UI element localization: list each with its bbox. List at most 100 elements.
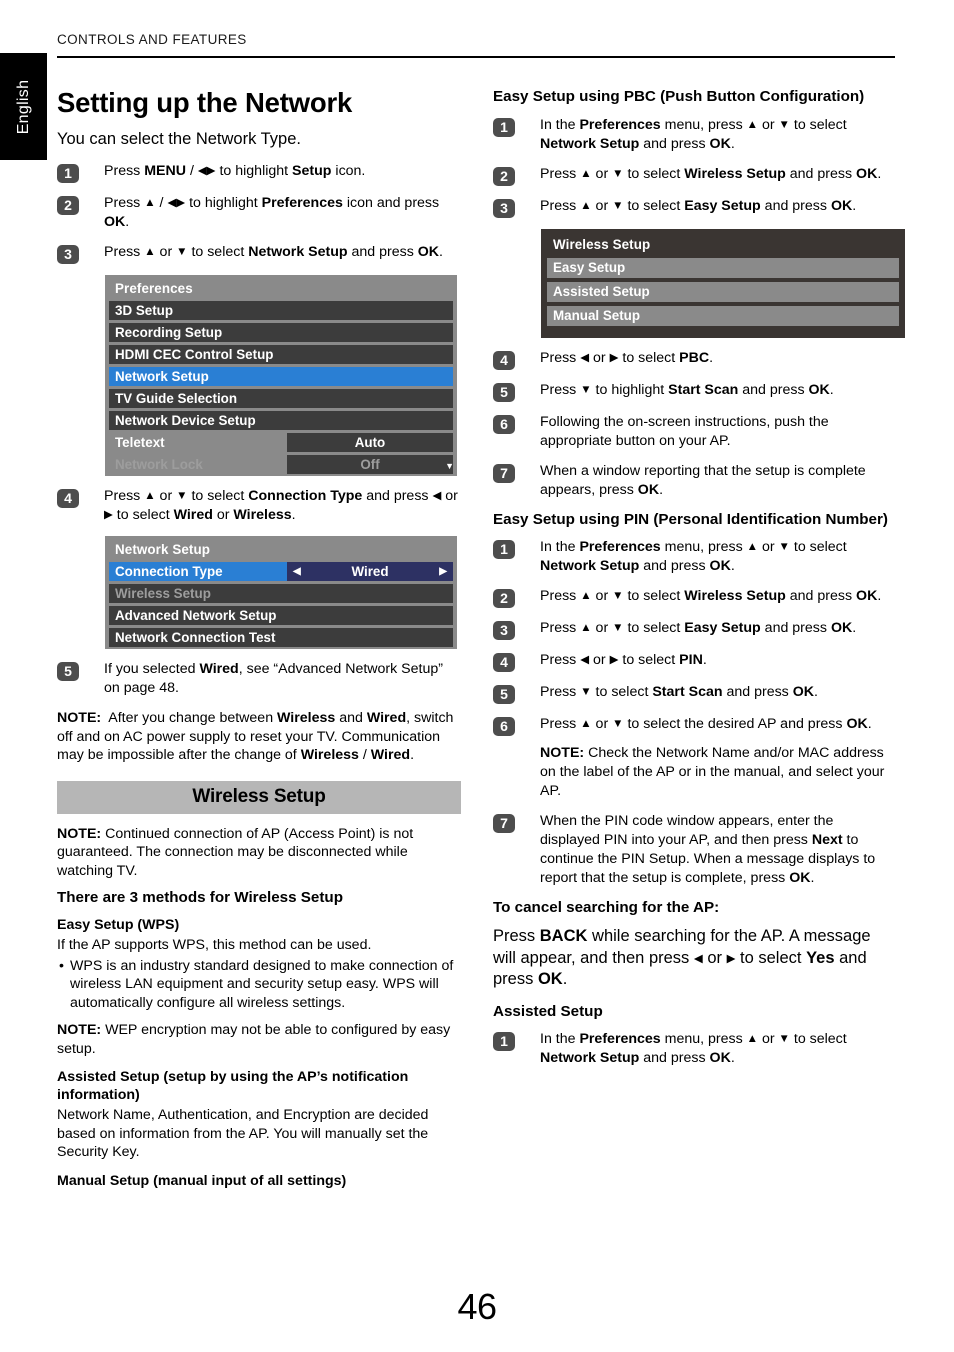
menu-row-label: Network Setup	[115, 369, 209, 385]
menu-row-label: Assisted Setup	[553, 284, 650, 300]
note-text: NOTE: After you change between Wireless …	[57, 710, 454, 764]
pbc-steps-bottom: 4 Press ◀ or ▶ to select PBC. 5 Press ▼ …	[493, 349, 897, 500]
step-text: Press ▼ to highlight Start Scan and pres…	[540, 381, 834, 398]
step-number-badge: 7	[493, 463, 515, 483]
language-tab-label: English	[14, 79, 32, 134]
step-item: 7 When a window reporting that the setup…	[493, 462, 897, 500]
step-text: Press MENU / ◀▶ to highlight Setup icon.	[104, 163, 366, 180]
menu-row-value-text: Off	[360, 457, 380, 473]
menu-row-label: Wireless Setup	[115, 586, 211, 602]
pbc-steps-top: 1 In the Preferences menu, press ▲ or ▼ …	[493, 116, 897, 218]
step-text-main: Press ▲ or ▼ to select the desired AP an…	[540, 716, 872, 733]
left-column: Setting up the Network You can select th…	[57, 87, 461, 1192]
menu-row-value-text: Auto	[354, 435, 386, 451]
step-item: 1 In the Preferences menu, press ▲ or ▼ …	[493, 116, 897, 154]
step-text: When a window reporting that the setup i…	[540, 462, 866, 498]
step-item: 2 Press ▲ or ▼ to select Wireless Setup …	[493, 587, 897, 609]
menu-row-label: Teletext	[109, 433, 287, 453]
intro-text: You can select the Network Type.	[57, 129, 301, 148]
menu-row-label: HDMI CEC Control Setup	[115, 347, 274, 363]
menu-row[interactable]: Connection Type ◀ Wired ▶	[109, 562, 453, 582]
step-number-badge: 4	[493, 350, 515, 370]
menu-row[interactable]: Teletext Auto	[109, 433, 453, 453]
step-number-badge: 2	[493, 589, 515, 609]
menu-row[interactable]: Network Lock Off	[109, 455, 453, 475]
pin-steps: 1 In the Preferences menu, press ▲ or ▼ …	[493, 538, 897, 887]
note-text: NOTE: Continued connection of AP (Access…	[57, 825, 414, 879]
step-text: In the Preferences menu, press ▲ or ▼ to…	[540, 116, 847, 152]
wireless-setup-menu-screenshot: Wireless Setup Easy Setup Assisted Setup M…	[541, 228, 905, 338]
step-item: 2 Press ▲ / ◀▶ to highlight Preferences …	[57, 194, 461, 232]
menu-row-value: Off	[287, 455, 453, 475]
step-item: 4 Press ◀ or ▶ to select PBC.	[493, 349, 897, 370]
step-item: 3 Press ▲ or ▼ to select Easy Setup and …	[493, 197, 897, 218]
step-text: Press ▲ or ▼ to select Easy Setup and pr…	[540, 620, 857, 637]
step-text: In the Preferences menu, press ▲ or ▼ to…	[540, 539, 847, 575]
menu-rows: Connection Type ◀ Wired ▶ Wireless Setup Adva…	[105, 562, 457, 648]
running-header: CONTROLS AND FEATURES	[57, 32, 895, 47]
step-item: 4 Press ▲ or ▼ to select Connection Type…	[57, 487, 461, 525]
step-number-badge: 2	[493, 166, 515, 186]
menu-row[interactable]: Easy Setup	[547, 257, 899, 278]
caret-left-icon[interactable]: ◀	[293, 566, 301, 577]
menu-row-value: ◀ Wired ▶	[287, 562, 453, 582]
step-number-badge: 1	[493, 117, 515, 137]
page-title: Setting up the Network	[57, 87, 353, 118]
menu-row[interactable]: Network Setup	[109, 367, 453, 387]
step-item: 3 Press ▲ or ▼ to select Easy Setup and …	[493, 619, 897, 641]
menu-row[interactable]: 3D Setup	[109, 301, 453, 321]
menu-row-label: Advanced Network Setup	[115, 608, 277, 624]
step-item: 5 Press ▼ to select Start Scan and press…	[493, 683, 897, 705]
step-number-badge: 5	[57, 662, 79, 682]
menu-row-label: Easy Setup	[553, 260, 626, 276]
method-body: Network Name, Authentication, and Encryp…	[57, 1107, 429, 1161]
step-text: If you selected Wired, see “Advanced Net…	[104, 661, 443, 697]
pin-heading: Easy Setup using PIN (Personal Identific…	[493, 510, 888, 528]
menu-row[interactable]: Network Device Setup	[109, 411, 453, 431]
network-setup-menu-screenshot: Network Setup Connection Type ◀ Wired ▶ Wire…	[105, 536, 457, 650]
step-item: 5 Press ▼ to highlight Start Scan and pr…	[493, 381, 897, 402]
caret-right-icon[interactable]: ▶	[439, 566, 447, 577]
menu-row-label: Network Lock	[109, 455, 287, 475]
methods-heading: There are 3 methods for Wireless Setup	[57, 889, 343, 907]
header-divider	[57, 56, 895, 58]
step-item: 1 In the Preferences menu, press ▲ or ▼ …	[493, 1030, 897, 1068]
step-item: 1 Press MENU / ◀▶ to highlight Setup ico…	[57, 162, 461, 184]
menu-row-label: Manual Setup	[553, 308, 641, 324]
menu-row[interactable]: Assisted Setup	[547, 281, 899, 302]
method-bullet: WPS is an industry standard designed to …	[57, 957, 461, 1012]
running-head-text: CONTROLS AND FEATURES	[57, 32, 247, 47]
menu-row[interactable]: Network Connection Test	[109, 628, 453, 648]
menu-title: Wireless Setup	[553, 236, 651, 252]
step-number-badge: 6	[493, 414, 515, 434]
cancel-search-body: Press BACK while searching for the AP. A…	[493, 927, 871, 989]
menu-row[interactable]: Advanced Network Setup	[109, 606, 453, 626]
step-number-badge: 4	[493, 653, 515, 673]
assisted-setup-heading: Assisted Setup	[493, 1002, 603, 1020]
step-item: 7 When the PIN code window appears, ente…	[493, 812, 897, 888]
step-number-badge: 3	[493, 621, 515, 641]
step-item: 4 Press ◀ or ▶ to select PIN.	[493, 651, 897, 673]
step-text: Press ▲ or ▼ to select Easy Setup and pr…	[540, 197, 857, 214]
step-text: Press ▲ or ▼ to select the desired AP an…	[540, 715, 897, 800]
language-tab: English	[0, 53, 47, 160]
menu-row-label: Network Connection Test	[115, 630, 276, 646]
menu-row-label: 3D Setup	[115, 303, 174, 319]
step-number-badge: 7	[493, 813, 515, 833]
step-item: 2 Press ▲ or ▼ to select Wireless Setup …	[493, 165, 897, 186]
menu-title: Preferences	[115, 281, 193, 297]
menu-row[interactable]: Recording Setup	[109, 323, 453, 343]
step-number-badge: 6	[493, 717, 515, 737]
menu-row-value: Auto	[287, 433, 453, 453]
menu-rows: Easy Setup Assisted Setup Manual Setup	[547, 257, 899, 326]
steps-top-list: 1 Press MENU / ◀▶ to highlight Setup ico…	[57, 162, 461, 265]
step-number-badge: 3	[493, 198, 515, 218]
menu-row-label: Recording Setup	[115, 325, 223, 341]
menu-row[interactable]: HDMI CEC Control Setup	[109, 345, 453, 365]
menu-row[interactable]: Manual Setup	[547, 305, 899, 326]
step-text: Press ▲ or ▼ to select Network Setup and…	[104, 244, 443, 261]
cancel-search-heading: To cancel searching for the AP:	[493, 898, 720, 916]
scroll-down-icon: ▼	[445, 461, 454, 472]
menu-row[interactable]: TV Guide Selection	[109, 389, 453, 409]
menu-row[interactable]: Wireless Setup	[109, 584, 453, 604]
